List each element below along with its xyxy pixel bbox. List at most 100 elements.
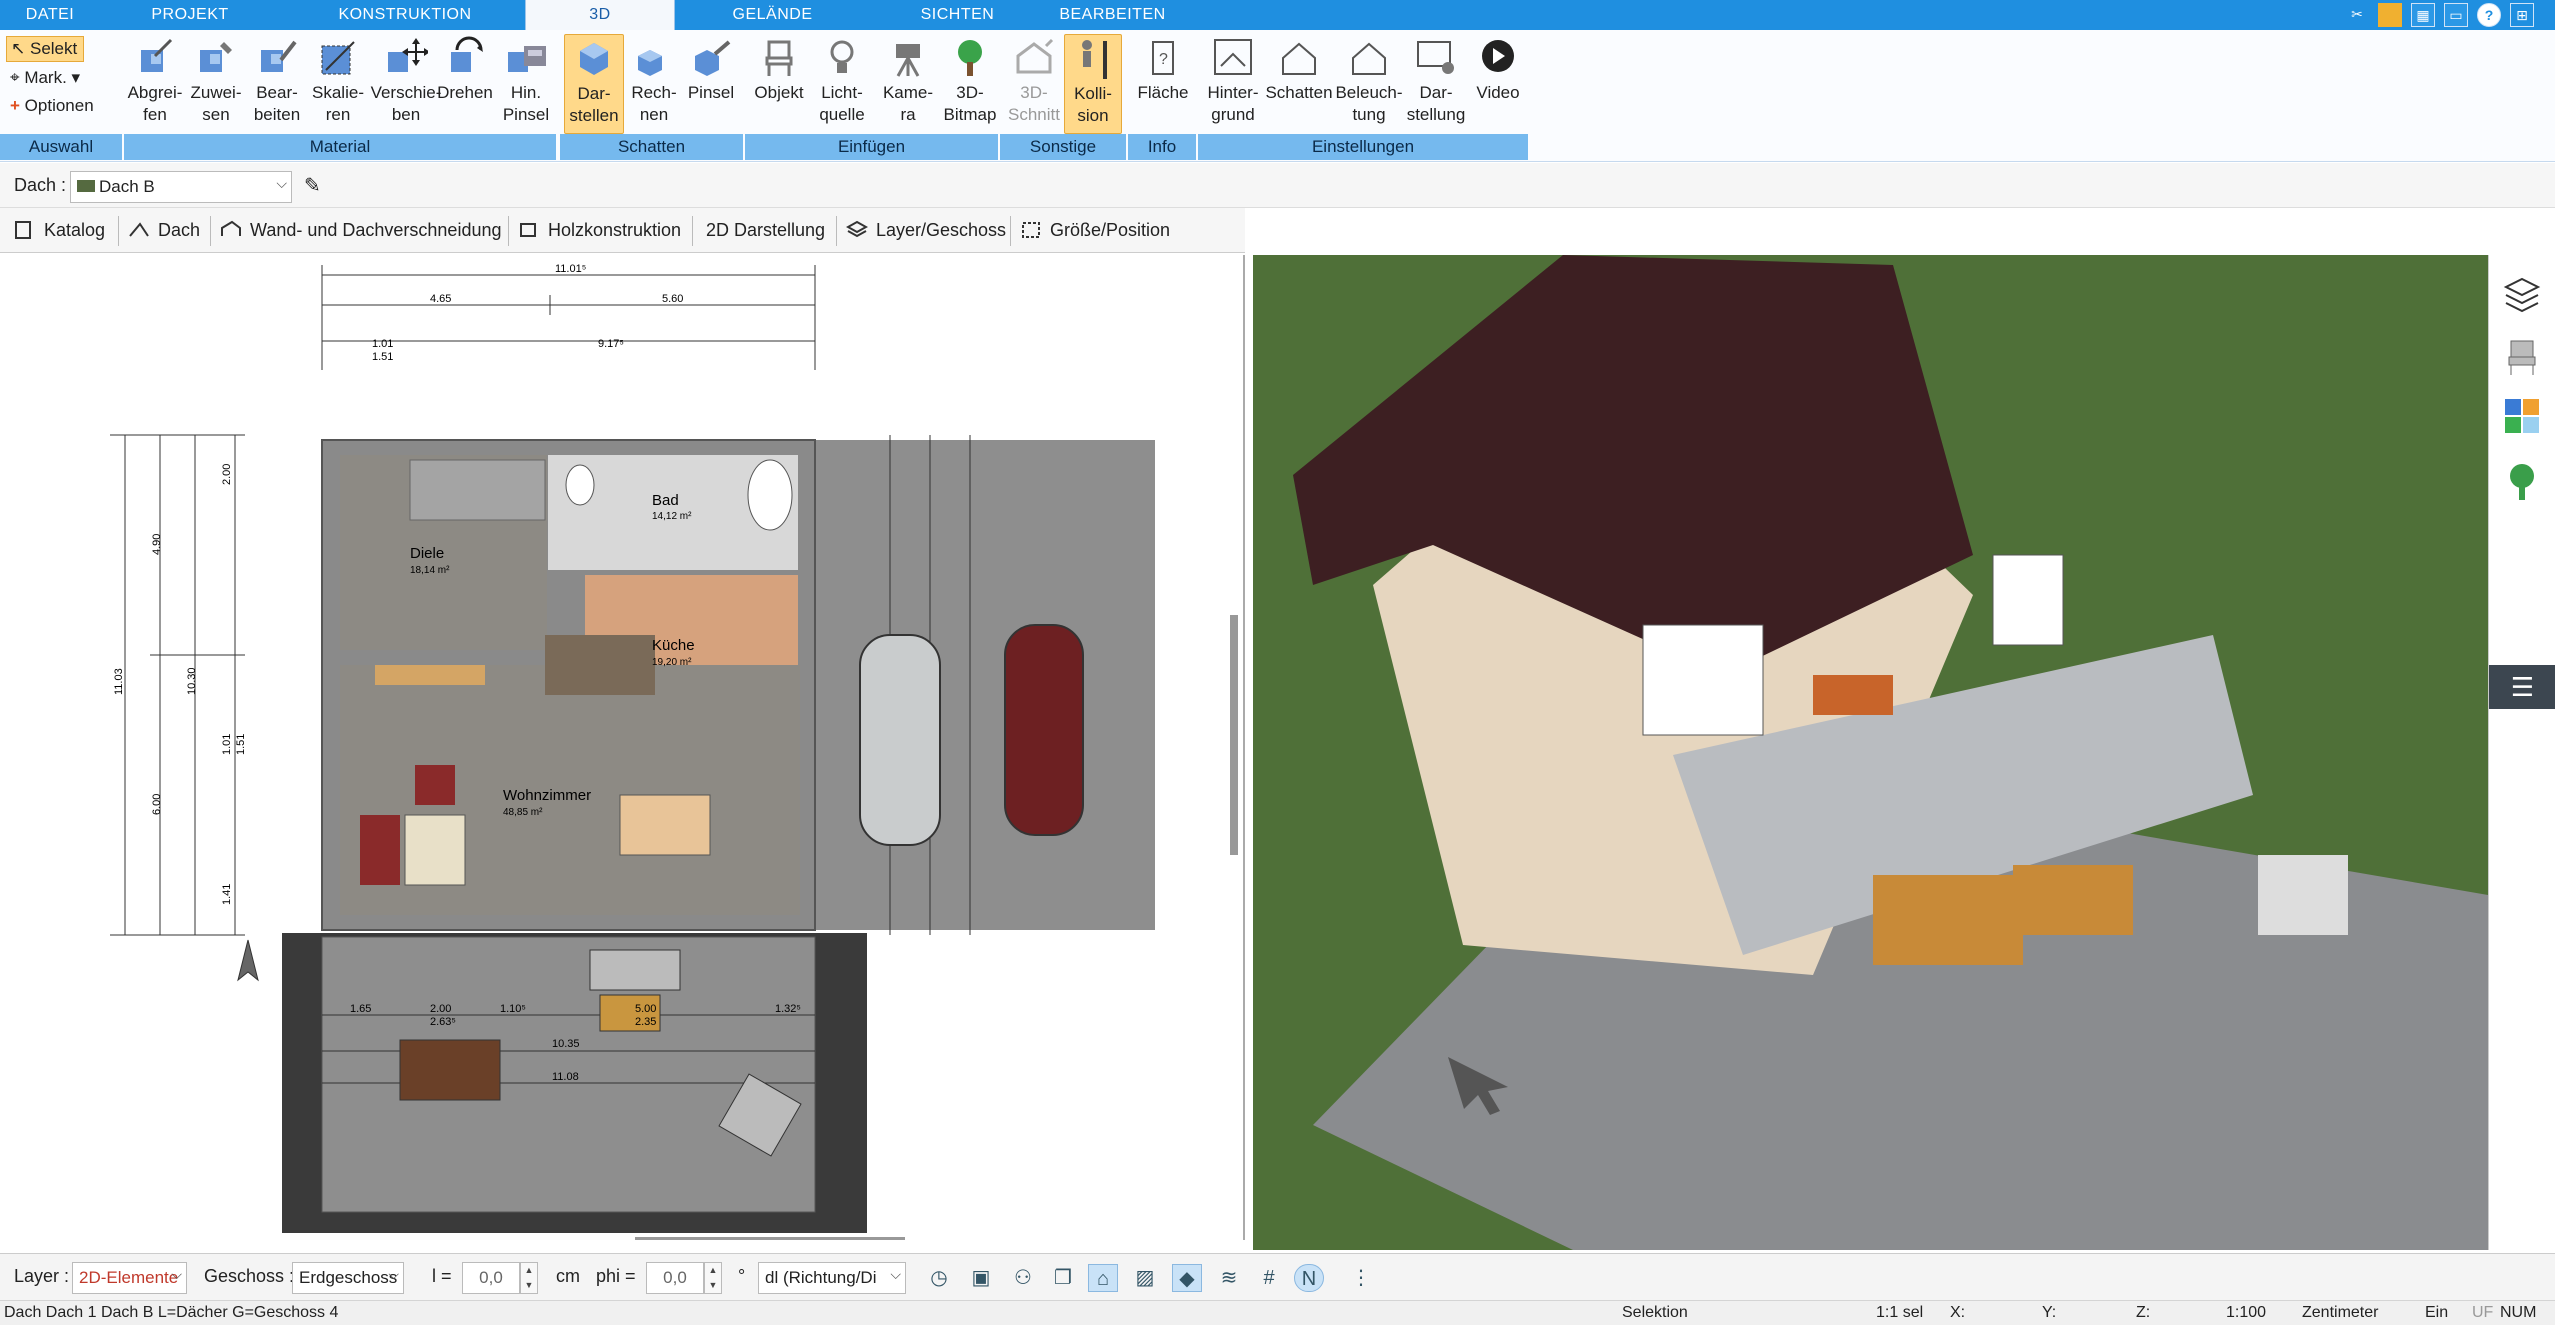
coffee-table[interactable] [404, 814, 466, 886]
abgreifen-button[interactable]: Abgrei- fen [124, 34, 186, 134]
3d-view[interactable] [1253, 255, 2488, 1250]
3d-scene-canvas[interactable] [1253, 255, 2488, 1250]
3d-schnitt-button[interactable]: 3D- Schnitt [1006, 34, 1062, 134]
monitor-icon[interactable]: ▣ [966, 1264, 996, 1292]
material-palette-icon[interactable] [2501, 395, 2543, 437]
tools-icon[interactable]: ✂ [2345, 3, 2369, 27]
darstellung-button[interactable]: Dar- stellung [1404, 34, 1468, 134]
holzkonstruktion-button[interactable]: Holzkonstruktion [514, 214, 681, 246]
copy-icon[interactable]: ❐ [1048, 1264, 1078, 1292]
beleuchtung-button[interactable]: Beleuch- tung [1334, 34, 1404, 134]
l-spinner[interactable]: ▲ ▼ [520, 1262, 538, 1294]
horizontal-scrollbar[interactable] [635, 1237, 905, 1243]
geschoss-select[interactable]: Erdgeschoss [292, 1262, 404, 1294]
kollision-button[interactable]: Kolli- sion [1064, 34, 1122, 134]
property-bar: Layer : 2D-Elemente Geschoss : Erdgescho… [0, 1253, 2555, 1300]
dim-top-total: 11.01⁵ [555, 263, 586, 275]
stairs[interactable] [409, 459, 546, 521]
armchair[interactable] [415, 765, 455, 805]
hintergrund-button[interactable]: Hinter- grund [1198, 34, 1268, 134]
pencil-icon[interactable]: ✎ [304, 173, 321, 198]
monitor-icon[interactable]: ▭ [2444, 3, 2468, 27]
kitchen-counter[interactable] [545, 635, 655, 695]
sofa[interactable] [360, 815, 400, 885]
roof-select[interactable]: Dach B [70, 171, 292, 203]
bathtub[interactable] [747, 459, 793, 531]
layer-geschoss-button[interactable]: Layer/Geschoss [842, 214, 1006, 246]
verschieben-button[interactable]: Verschie- ben [368, 34, 444, 134]
plus-icon: + [10, 96, 20, 115]
tab-gelaende[interactable]: GELÄNDE [690, 0, 855, 30]
window-close-icon[interactable]: ⊞ [2510, 3, 2534, 27]
book-icon [15, 221, 31, 239]
layers-side-icon[interactable] [2501, 273, 2543, 315]
objekt-button[interactable]: Objekt [748, 34, 810, 134]
floor-plan-canvas[interactable]: 11.01⁵ 4.65 5.60 9.17⁵ 1.01 1.51 4.90 2.… [0, 255, 1245, 1243]
toilet[interactable] [565, 464, 595, 506]
bearbeiten-button[interactable]: Bear- beiten [246, 34, 308, 134]
geschoss-label: Geschoss : [204, 1266, 295, 1286]
select-button[interactable]: ↖ Selekt [6, 36, 85, 62]
lounge-sofa[interactable] [589, 949, 681, 991]
mark-button[interactable]: ⌖ Mark. ▾ [10, 66, 80, 90]
flaeche-button[interactable]: ? Fläche [1130, 34, 1196, 134]
skalieren-button[interactable]: Skalie- ren [308, 34, 368, 134]
options-button[interactable]: + Optionen [10, 94, 94, 118]
layout-icon[interactable]: ▦ [2411, 3, 2435, 27]
help-icon[interactable]: ? [2477, 3, 2501, 27]
wand-dachverschneidung-button[interactable]: Wand- und Dachverschneidung [216, 214, 501, 246]
grid-icon[interactable]: # [1254, 1264, 1284, 1292]
rechnen-button[interactable]: Rech- nen [624, 34, 684, 134]
tab-projekt[interactable]: PROJEKT [100, 0, 280, 30]
layer-fill-icon[interactable]: ◆ [1172, 1264, 1202, 1292]
car-red[interactable] [1004, 624, 1084, 836]
waves-icon[interactable]: ≋ [1214, 1264, 1244, 1292]
more-options-icon[interactable]: ⋮ [1346, 1264, 1376, 1292]
video-button[interactable]: Video [1466, 34, 1530, 134]
tab-sichten[interactable]: SICHTEN [875, 0, 1040, 30]
clock-icon[interactable]: ◷ [924, 1264, 954, 1292]
phi-input[interactable]: 0,0 [646, 1262, 704, 1294]
garden-dining-set[interactable] [399, 1039, 501, 1101]
2d-darstellung-button[interactable]: 2D Darstellung [672, 214, 825, 246]
lichtquelle-button[interactable]: Licht- quelle [810, 34, 874, 134]
darstellen-button[interactable]: Dar- stellen [564, 34, 624, 134]
phi-spinner[interactable]: ▲ ▼ [704, 1262, 722, 1294]
dim-terrace-a: 1.65 [350, 1003, 371, 1015]
zuweisen-button[interactable]: Zuwei- sen [186, 34, 246, 134]
3d-bitmap-button[interactable]: 3D- Bitmap [940, 34, 1000, 134]
folder-icon[interactable] [2378, 3, 2402, 27]
chair-side-icon[interactable] [2501, 335, 2543, 377]
car-silver[interactable] [859, 634, 941, 846]
direction-select[interactable]: dl (Richtung/Di [758, 1262, 906, 1294]
dach-button[interactable]: Dach [124, 214, 200, 246]
tab-datei[interactable]: DATEI [0, 0, 100, 30]
drehen-button[interactable]: Drehen [434, 34, 496, 134]
vertical-scrollbar[interactable] [1230, 615, 1238, 855]
hatch-icon[interactable]: ▨ [1130, 1264, 1160, 1292]
groesse-position-button[interactable]: Größe/Position [1016, 214, 1170, 246]
north-icon[interactable]: N [1294, 1264, 1324, 1292]
group-schatten: Schatten [560, 134, 743, 160]
mark-icon: ⌖ [10, 68, 20, 87]
katalog-button[interactable]: Katalog [10, 214, 105, 246]
tab-bearbeiten[interactable]: BEARBEITEN [1040, 0, 1185, 30]
roof-selector-bar: Dach : Dach B ✎ [0, 163, 2555, 208]
tab-3d[interactable]: 3D [525, 0, 675, 30]
hin-pinsel-button[interactable]: Hin. Pinsel [496, 34, 556, 134]
pinsel-button[interactable]: Pinsel [684, 34, 738, 134]
l-input[interactable]: 0,0 [462, 1262, 520, 1294]
tab-konstruktion[interactable]: KONSTRUKTION [290, 0, 520, 30]
room-area-diele: 18,14 m² [410, 565, 450, 576]
sideboard[interactable] [375, 665, 485, 685]
people-icon[interactable]: ⚇ [1008, 1264, 1038, 1292]
roof-tool-icon[interactable]: ⌂ [1088, 1264, 1118, 1292]
dining-table[interactable] [619, 794, 711, 856]
kamera-button[interactable]: Kame- ra [876, 34, 940, 134]
plant-side-icon[interactable] [2501, 460, 2543, 502]
layer-select[interactable]: 2D-Elemente [72, 1262, 187, 1294]
floor-plan-view[interactable]: 11.01⁵ 4.65 5.60 9.17⁵ 1.01 1.51 4.90 2.… [0, 255, 1245, 1243]
panel-menu-icon[interactable]: ☰ [2489, 665, 2555, 709]
lounge-set-3d [2013, 865, 2133, 935]
schatten-settings-button[interactable]: Schatten [1264, 34, 1334, 134]
